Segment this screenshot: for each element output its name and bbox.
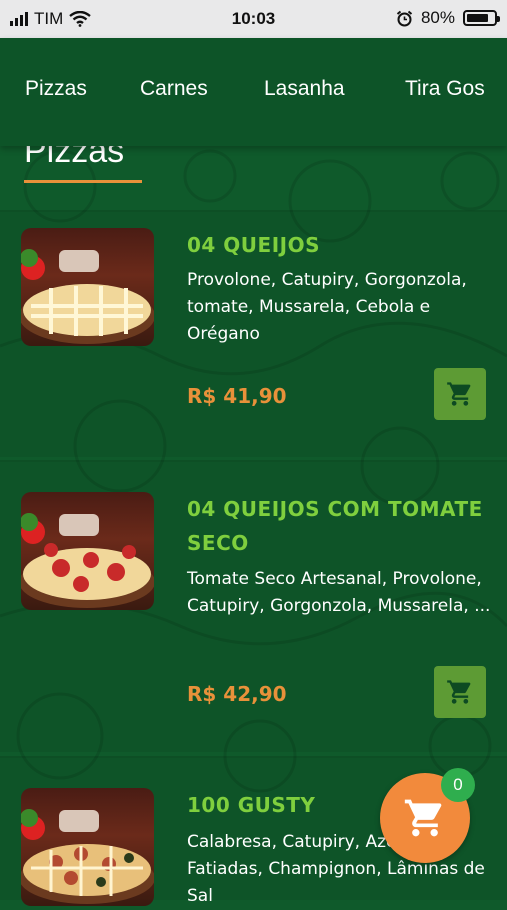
category-nav: Pizzas Carnes Lasanha Tira Gos — [0, 38, 507, 146]
product-name: 04 QUEIJOS — [187, 233, 320, 257]
tab-lasanha[interactable]: Lasanha — [264, 77, 345, 101]
status-bar: TIM 10:03 80% — [0, 0, 507, 38]
product-card[interactable]: 04 QUEIJOS Provolone, Catupiry, Gorgonzo… — [0, 212, 507, 457]
add-to-cart-button[interactable] — [434, 368, 486, 420]
product-name: 04 QUEIJOS COM TOMATE SECO — [187, 497, 483, 555]
status-right: 80% — [396, 8, 500, 28]
cart-icon — [447, 382, 471, 406]
cart-icon — [447, 680, 471, 704]
product-image — [21, 492, 154, 610]
product-price: R$ 41,90 — [187, 384, 287, 408]
product-price: R$ 42,90 — [187, 682, 287, 706]
battery-icon — [463, 10, 500, 26]
alarm-icon — [396, 10, 413, 26]
cart-icon — [404, 799, 442, 837]
tab-pizzas[interactable]: Pizzas — [25, 77, 87, 101]
product-description: Provolone, Catupiry, Gorgonzola, tomate,… — [187, 270, 467, 344]
product-card[interactable]: 04 QUEIJOS COM TOMATE SECO Tomate Seco A… — [0, 462, 507, 752]
product-image — [21, 788, 154, 906]
add-to-cart-button[interactable] — [434, 666, 486, 718]
tab-tira-gos[interactable]: Tira Gos — [405, 77, 485, 101]
section-underline — [24, 180, 142, 183]
cart-count-badge: 0 — [441, 768, 475, 802]
tab-carnes[interactable]: Carnes — [140, 77, 208, 101]
product-description: Tomate Seco Artesanal, Provolone, Catupi… — [187, 569, 491, 616]
battery-percent: 80% — [420, 8, 455, 27]
product-image — [21, 228, 154, 346]
